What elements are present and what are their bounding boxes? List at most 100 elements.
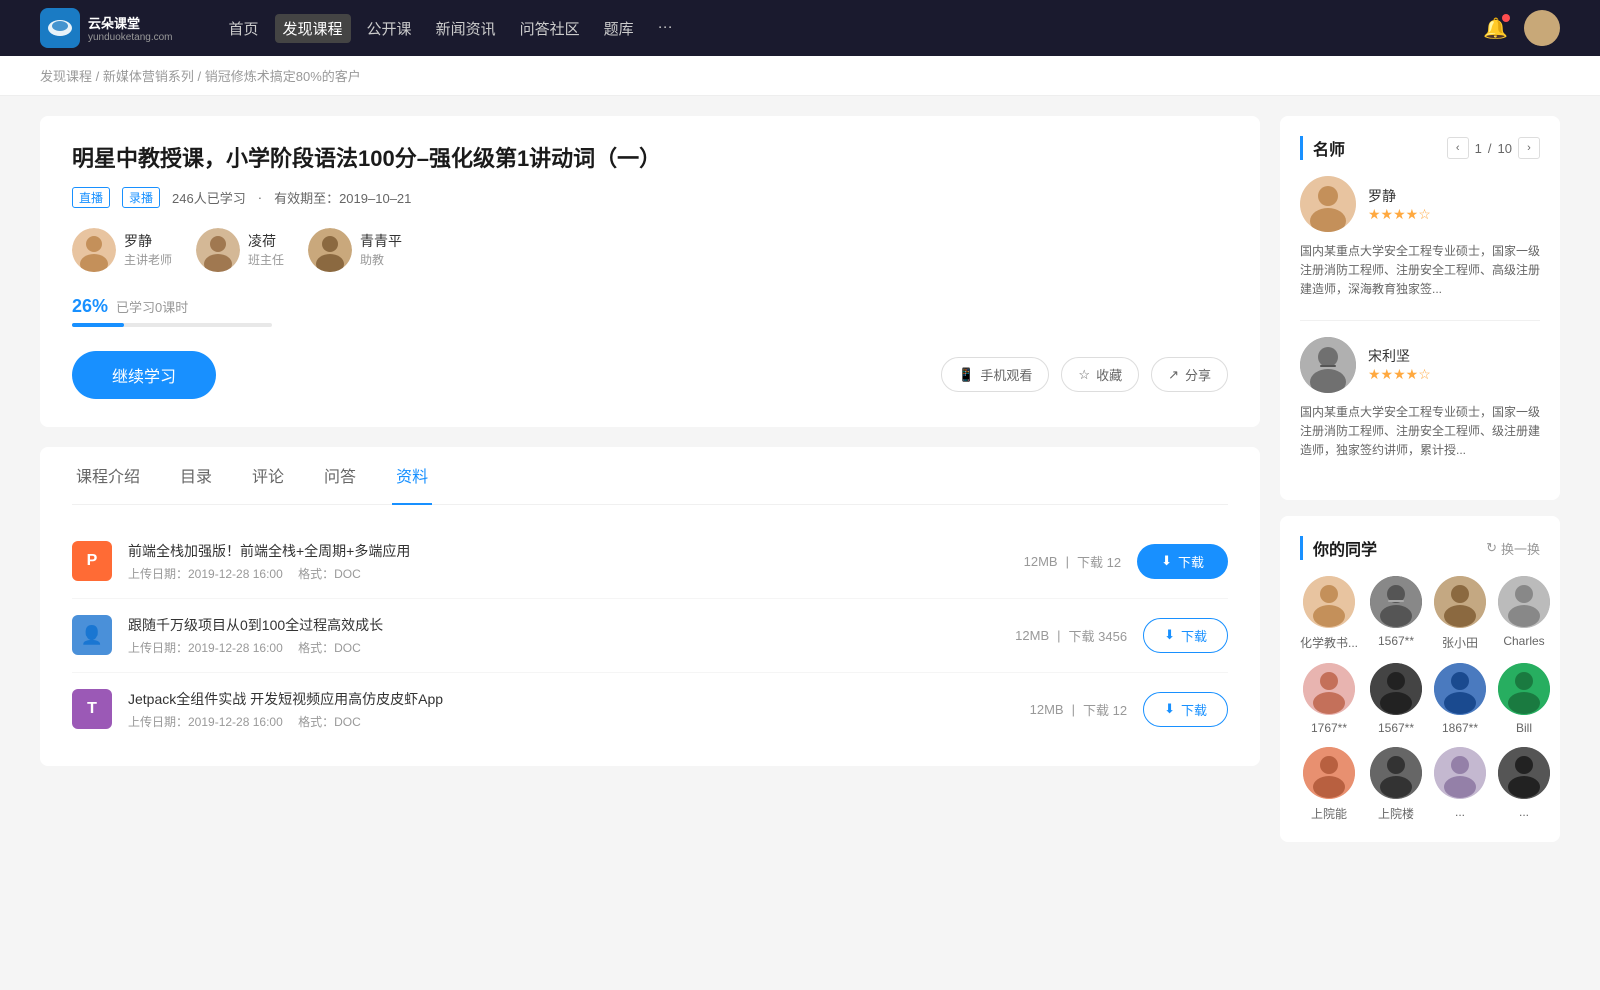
classmate-name-1: 1567**	[1378, 634, 1414, 648]
tab-catalog[interactable]: 目录	[176, 447, 216, 505]
logo[interactable]: 云朵课堂 yunduoketang.com	[40, 8, 173, 48]
sidebar-teacher-0: 罗静 ★★★★☆ 国内某重点大学安全工程专业硕士，国家一级注册消防工程师、注册安…	[1300, 176, 1540, 300]
nav-qa[interactable]: 问答社区	[512, 14, 588, 43]
classmate-name-11: ...	[1519, 805, 1529, 819]
sidebar-teacher-avatar-0	[1300, 176, 1356, 232]
classmate-name-9: 上院楼	[1378, 805, 1414, 822]
classmates-grid: 化学教书... 1567** 张小田	[1300, 576, 1540, 822]
tab-review[interactable]: 评论	[248, 447, 288, 505]
phone-watch-button[interactable]: 📱 手机观看	[941, 357, 1049, 392]
breadcrumb-current: 销冠修炼术搞定80%的客户	[205, 69, 361, 84]
badge-live: 直播	[72, 187, 110, 208]
classmate-1[interactable]: 1567**	[1370, 576, 1422, 651]
classmate-10[interactable]: ...	[1434, 747, 1486, 822]
course-meta: 直播 录播 246人已学习 · 有效期至：2019–10–21	[72, 187, 1228, 208]
header-right: 🔔	[1483, 10, 1560, 46]
classmate-8[interactable]: 上院能	[1300, 747, 1358, 822]
classmate-0[interactable]: 化学教书...	[1300, 576, 1358, 651]
teacher-name-0: 罗静	[124, 231, 172, 251]
download-button-2[interactable]: ⬇ 下载	[1143, 692, 1228, 727]
resource-meta-1: 上传日期：2019-12-28 16:00 格式：DOC	[128, 639, 999, 656]
nav-open[interactable]: 公开课	[359, 14, 420, 43]
resource-stats-0: 12MB | 下载 12	[1024, 552, 1121, 571]
tabs-section: 课程介绍 目录 评论 问答 资料 P 前端全栈加强版！前端全栈+全周期+多端应用…	[40, 447, 1260, 766]
teacher-1: 凌荷 班主任	[196, 228, 284, 272]
sidebar-teacher-name-1: 宋利坚	[1368, 346, 1431, 366]
resource-title-0: 前端全栈加强版！前端全栈+全周期+多端应用	[128, 541, 1008, 561]
resource-icon-0: P	[72, 541, 112, 581]
course-title: 明星中教授课，小学阶段语法100分–强化级第1讲动词（一）	[72, 144, 1228, 175]
logo-name: 云朵课堂	[88, 13, 173, 32]
classmate-5[interactable]: 1567**	[1370, 663, 1422, 735]
nav-more[interactable]: ···	[650, 14, 681, 43]
refresh-label: 换一换	[1501, 539, 1540, 558]
download-button-1[interactable]: ⬇ 下载	[1143, 618, 1228, 653]
sidebar-teacher-1: 宋利坚 ★★★★☆ 国内某重点大学安全工程专业硕士，国家一级注册消防工程师、注册…	[1300, 337, 1540, 461]
nav-discover[interactable]: 发现课程	[275, 14, 351, 43]
collect-button[interactable]: ☆ 收藏	[1061, 357, 1139, 392]
classmate-name-4: 1767**	[1311, 721, 1347, 735]
classmate-name-6: 1867**	[1442, 721, 1478, 735]
sidebar-teacher-desc-1: 国内某重点大学安全工程专业硕士，国家一级注册消防工程师、注册安全工程师、级注册建…	[1300, 403, 1540, 461]
classmate-11[interactable]: ...	[1498, 747, 1550, 822]
progress-text: 已学习0课时	[116, 297, 188, 316]
nav-news[interactable]: 新闻资讯	[428, 14, 504, 43]
content-area: 明星中教授课，小学阶段语法100分–强化级第1讲动词（一） 直播 录播 246人…	[40, 116, 1260, 858]
continue-button[interactable]: 继续学习	[72, 351, 216, 399]
classmate-avatar-1	[1370, 576, 1422, 628]
resource-icon-1: 👤	[72, 615, 112, 655]
teacher-divider	[1300, 320, 1540, 321]
resource-info-0: 前端全栈加强版！前端全栈+全周期+多端应用 上传日期：2019-12-28 16…	[128, 541, 1008, 582]
classmate-avatar-9	[1370, 747, 1422, 799]
tab-resource-content: P 前端全栈加强版！前端全栈+全周期+多端应用 上传日期：2019-12-28 …	[72, 505, 1228, 766]
classmate-name-3: Charles	[1503, 634, 1544, 648]
resource-meta-2: 上传日期：2019-12-28 16:00 格式：DOC	[128, 713, 1014, 730]
nav-quiz[interactable]: 题库	[596, 14, 642, 43]
classmate-avatar-8	[1303, 747, 1355, 799]
teacher-role-0: 主讲老师	[124, 251, 172, 268]
prev-page-btn[interactable]: ‹	[1447, 137, 1469, 159]
tab-bar: 课程介绍 目录 评论 问答 资料	[72, 447, 1228, 505]
tab-resource[interactable]: 资料	[392, 447, 432, 505]
classmate-name-5: 1567**	[1378, 721, 1414, 735]
bell-icon[interactable]: 🔔	[1483, 16, 1508, 41]
pagination: ‹ 1 / 10 ›	[1447, 137, 1540, 159]
classmate-3[interactable]: Charles	[1498, 576, 1550, 651]
resource-info-1: 跟随千万级项目从0到100全过程高效成长 上传日期：2019-12-28 16:…	[128, 615, 999, 656]
download-icon-1: ⬇	[1164, 627, 1175, 643]
user-avatar[interactable]	[1524, 10, 1560, 46]
progress-bar	[72, 323, 272, 327]
resource-title-2: Jetpack全组件实战 开发短视频应用高仿皮皮虾App	[128, 689, 1014, 709]
nav-home[interactable]: 首页	[221, 14, 267, 43]
progress-section: 26% 已学习0课时	[72, 296, 1228, 327]
download-icon-0: ⬇	[1161, 553, 1172, 569]
tab-qa[interactable]: 问答	[320, 447, 360, 505]
classmate-9[interactable]: 上院楼	[1370, 747, 1422, 822]
star-icon: ☆	[1078, 367, 1090, 383]
main-layout: 明星中教授课，小学阶段语法100分–强化级第1讲动词（一） 直播 录播 246人…	[0, 96, 1600, 878]
classmate-7[interactable]: Bill	[1498, 663, 1550, 735]
teachers-sidebar-title: 名师	[1313, 136, 1345, 160]
sidebar-teacher-stars-0: ★★★★☆	[1368, 206, 1431, 223]
tab-intro[interactable]: 课程介绍	[72, 447, 144, 505]
refresh-button[interactable]: ↻ 换一换	[1486, 539, 1540, 558]
page-current: 1	[1475, 141, 1482, 156]
classmate-4[interactable]: 1767**	[1300, 663, 1358, 735]
sidebar-teacher-avatar-1	[1300, 337, 1356, 393]
next-page-btn[interactable]: ›	[1518, 137, 1540, 159]
page-total: 10	[1498, 141, 1512, 156]
classmate-6[interactable]: 1867**	[1434, 663, 1486, 735]
logo-icon	[40, 8, 80, 48]
breadcrumb-series[interactable]: 新媒体营销系列	[103, 69, 194, 84]
breadcrumb-discover[interactable]: 发现课程	[40, 69, 92, 84]
teacher-role-1: 班主任	[248, 251, 284, 268]
classmate-2[interactable]: 张小田	[1434, 576, 1486, 651]
resource-stats-2: 12MB | 下载 12	[1030, 700, 1127, 719]
share-button[interactable]: ↗ 分享	[1151, 357, 1228, 392]
resource-icon-2: T	[72, 689, 112, 729]
download-button-0[interactable]: ⬇ 下载	[1137, 544, 1228, 579]
sidebar-teacher-name-0: 罗静	[1368, 186, 1431, 206]
teacher-avatar-0	[72, 228, 116, 272]
logo-sub: yunduoketang.com	[88, 32, 173, 43]
share-label: 分享	[1185, 365, 1211, 384]
